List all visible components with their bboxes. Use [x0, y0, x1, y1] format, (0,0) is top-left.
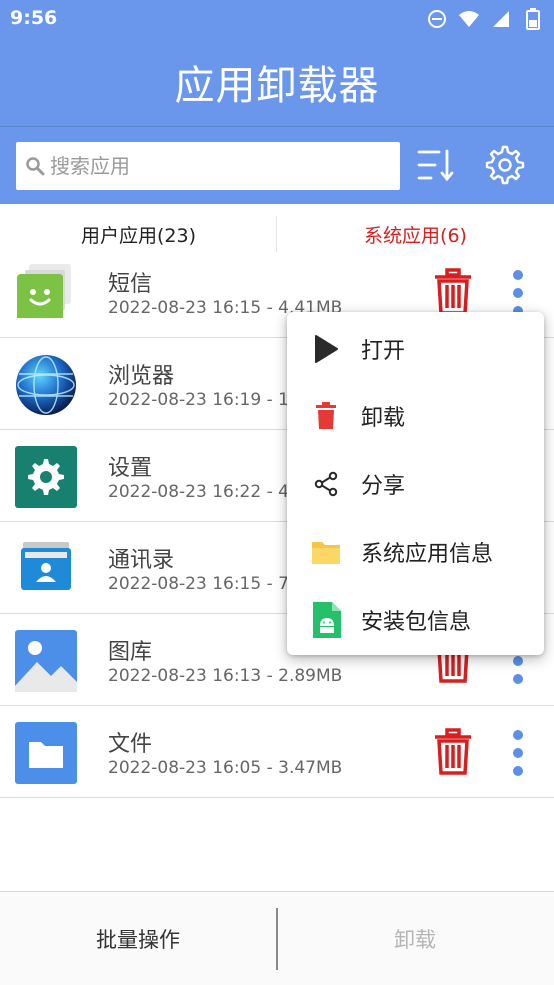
- app-meta: 2022-08-23 16:15 - 7.6: [108, 574, 306, 594]
- app-meta: 2022-08-23 16:22 - 46: [108, 482, 300, 502]
- menu-item-label: 系统应用信息: [361, 542, 494, 567]
- context-menu: 打开 卸载 分享 系统应用信息 安装包信息: [287, 312, 544, 655]
- status-time: 9:56: [10, 7, 58, 29]
- settings-app-icon: [15, 446, 77, 508]
- app-name: 文件: [108, 732, 153, 757]
- sort-icon: [415, 147, 455, 187]
- menu-item-open[interactable]: 打开: [287, 315, 544, 383]
- menu-item-system-app-info[interactable]: 系统应用信息: [287, 518, 544, 586]
- gear-icon: [485, 145, 525, 189]
- menu-item-label: 安装包信息: [361, 610, 472, 635]
- app-name: 短信: [108, 272, 153, 297]
- app-name: 图库: [108, 640, 153, 665]
- trash-icon: [311, 399, 341, 433]
- menu-item-share[interactable]: 分享: [287, 450, 544, 518]
- app-row-files[interactable]: 文件 2022-08-23 16:05 - 3.47MB: [0, 706, 554, 798]
- sort-button[interactable]: [414, 147, 456, 187]
- contacts-icon: [15, 538, 77, 600]
- wifi-icon: [458, 8, 480, 30]
- search-input[interactable]: [50, 154, 370, 178]
- search-bar: [0, 126, 554, 204]
- share-icon: [311, 467, 341, 501]
- menu-item-label: 打开: [361, 339, 406, 364]
- uninstall-trash-icon[interactable]: [434, 728, 472, 776]
- app-meta: 2022-08-23 16:19 - 1.9: [108, 390, 306, 410]
- bottom-action-bar: 批量操作 卸载: [0, 891, 554, 985]
- app-name: 浏览器: [108, 364, 175, 389]
- app-name: 设置: [108, 456, 153, 481]
- menu-item-uninstall[interactable]: 卸载: [287, 382, 544, 450]
- menu-item-apk-info[interactable]: 安装包信息: [287, 586, 544, 654]
- settings-button[interactable]: [484, 145, 526, 189]
- app-meta: 2022-08-23 16:05 - 3.47MB: [108, 758, 343, 778]
- search-icon: [24, 155, 46, 177]
- batch-operation-button[interactable]: 批量操作: [0, 892, 276, 985]
- more-options-icon[interactable]: [508, 726, 528, 780]
- files-icon: [15, 722, 77, 784]
- do-not-disturb-icon: [426, 8, 448, 30]
- app-meta: 2022-08-23 16:13 - 2.89MB: [108, 666, 343, 686]
- uninstall-trash-icon[interactable]: [434, 268, 472, 316]
- page-title: 应用卸载器: [174, 63, 380, 109]
- folder-icon: [311, 535, 341, 569]
- signal-icon: [490, 8, 512, 30]
- menu-item-label: 卸载: [361, 406, 406, 431]
- battery-icon: [522, 8, 544, 30]
- search-box[interactable]: [16, 142, 400, 190]
- status-bar: 9:56: [0, 0, 554, 38]
- uninstall-button[interactable]: 卸载: [277, 892, 553, 985]
- menu-item-label: 分享: [361, 474, 406, 499]
- status-icons: [426, 8, 544, 30]
- app-bar: 应用卸载器: [0, 38, 554, 126]
- messages-icon: [15, 262, 77, 324]
- app-name: 通讯录: [108, 548, 175, 573]
- browser-icon: [15, 354, 77, 416]
- play-icon: [311, 332, 341, 366]
- apk-file-icon: [311, 602, 341, 638]
- gallery-icon: [15, 630, 77, 692]
